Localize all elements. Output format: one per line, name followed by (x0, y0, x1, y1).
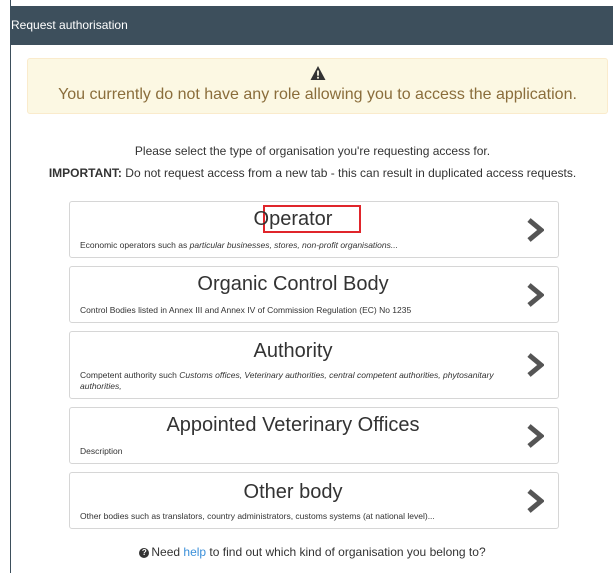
warning-message: You currently do not have any role allow… (58, 86, 577, 103)
org-option-title: Authority (253, 340, 333, 362)
request-authorisation-panel: Request authorisation You currently do n… (10, 0, 613, 573)
help-link[interactable]: help (183, 545, 206, 559)
org-option-description: Other bodies such as translators, countr… (80, 511, 435, 521)
org-option-other-body[interactable]: Other body Other bodies such as translat… (69, 472, 559, 529)
important-notice: IMPORTANT: Do not request access from a … (11, 166, 613, 180)
warning-triangle-icon (28, 65, 607, 85)
panel-title: Request authorisation (11, 18, 128, 32)
chevron-right-icon (526, 353, 545, 377)
chevron-right-icon (526, 488, 545, 513)
org-option-organic-control-body[interactable]: Organic Control Body Control Bodies list… (69, 266, 559, 323)
org-option-description: Control Bodies listed in Annex III and A… (80, 305, 412, 315)
org-option-description: Description (80, 446, 123, 456)
org-option-authority[interactable]: Authority Competent authority such Custo… (69, 331, 559, 399)
help-line: ? Need help to find out which kind of org… (11, 545, 613, 559)
org-option-description: Economic operators such as particular bu… (80, 240, 398, 250)
warning-alert: You currently do not have any role allow… (27, 58, 608, 114)
org-option-title: Other body (243, 481, 343, 503)
intro-text: Please select the type of organisation y… (134, 144, 491, 158)
question-circle-icon: ? (139, 548, 150, 558)
org-option-operator[interactable]: Operator Economic operators such as part… (69, 201, 559, 258)
important-label: IMPORTANT: (48, 166, 122, 180)
org-option-title: Appointed Veterinary Offices (166, 414, 420, 436)
org-option-title: Organic Control Body (197, 273, 389, 295)
chevron-right-icon (526, 282, 545, 307)
org-option-description: Competent authority such Customs offices… (80, 370, 494, 391)
panel-header: Request authorisation (11, 6, 613, 45)
chevron-right-icon (526, 423, 545, 448)
org-option-appointed-veterinary-offices[interactable]: Appointed Veterinary Offices Description (69, 407, 559, 464)
org-option-title: Operator (253, 208, 333, 230)
important-text: Do not request access from a new tab - t… (121, 166, 577, 180)
chevron-right-icon (526, 217, 545, 242)
